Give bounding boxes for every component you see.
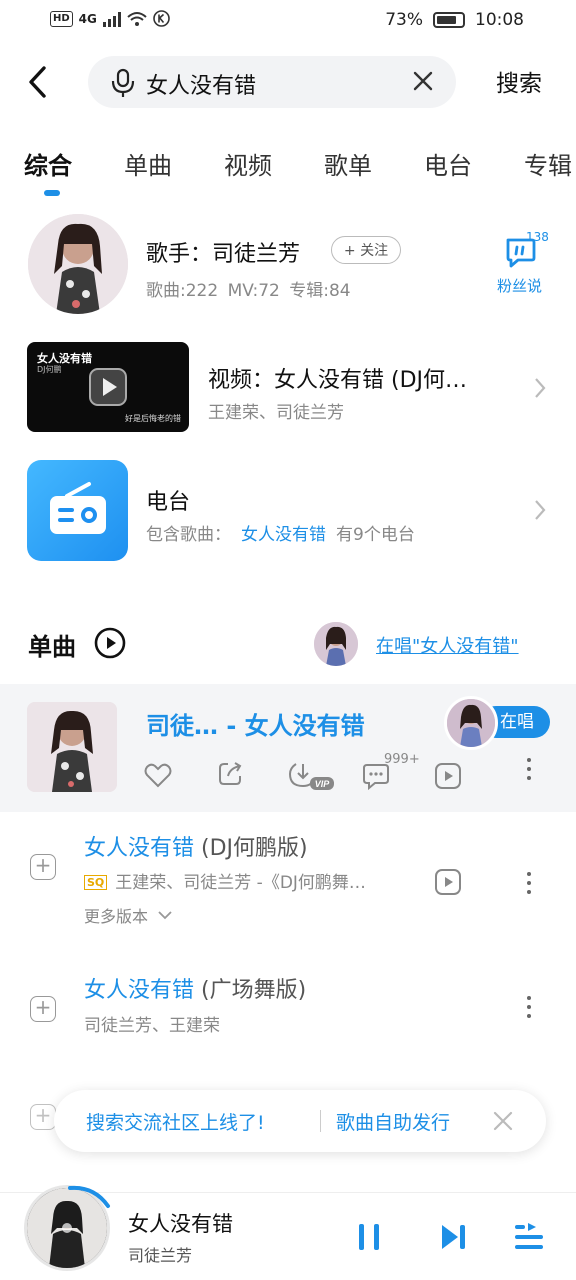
thumb-subtitle: DJ何鹏: [37, 365, 62, 374]
status-right: 73% 10:08: [385, 10, 524, 30]
song-title[interactable]: 女人没有错 (广场舞版): [84, 972, 306, 1004]
fan-count: 138: [526, 230, 549, 244]
video-play-icon: [89, 368, 127, 406]
add-song-button[interactable]: +: [30, 1104, 56, 1130]
radio-icon[interactable]: [27, 460, 128, 561]
song-cover[interactable]: [27, 702, 117, 792]
tab-indicator: [44, 190, 60, 196]
more-options-icon[interactable]: [526, 872, 532, 899]
tab-songs[interactable]: 单曲: [124, 146, 172, 181]
playlist-icon[interactable]: [514, 1222, 544, 1252]
video-thumbnail[interactable]: 女人没有错 DJ何鹏 好是后悔老的错: [27, 342, 189, 432]
more-versions-toggle[interactable]: 更多版本: [84, 903, 173, 927]
player-artist: 司徒兰芳: [128, 1246, 193, 1265]
song-title[interactable]: 女人没有错 (DJ何鹏版): [84, 830, 308, 862]
battery-icon: [433, 12, 465, 28]
status-bar: HD 4G 73% 10:08: [0, 0, 576, 44]
download-vip-icon[interactable]: VIP: [288, 758, 336, 792]
tab-radio[interactable]: 电台: [424, 146, 472, 181]
wifi-icon: [127, 11, 147, 26]
tab-albums[interactable]: 专辑: [524, 146, 572, 181]
add-song-button[interactable]: +: [30, 854, 56, 880]
more-options-icon[interactable]: [526, 758, 532, 785]
fan-talk-label[interactable]: 粉丝说: [497, 275, 542, 296]
mv-play-icon[interactable]: [434, 762, 462, 790]
player-song-title[interactable]: 女人没有错: [128, 1208, 233, 1238]
play-all-icon[interactable]: [94, 627, 126, 659]
banner-divider: [320, 1110, 321, 1132]
network-label: 4G: [78, 11, 97, 26]
hd-icon: HD: [50, 10, 73, 27]
tab-bar: 综合 单曲 视频 歌单 电台 专辑: [24, 146, 572, 181]
heart-icon[interactable]: [144, 762, 172, 788]
sq-badge: SQ: [84, 875, 108, 890]
clear-icon[interactable]: [412, 70, 434, 92]
add-song-button[interactable]: +: [30, 996, 56, 1022]
search-input[interactable]: 女人没有错: [146, 68, 256, 100]
pause-icon[interactable]: [356, 1222, 382, 1252]
clock: 10:08: [475, 10, 524, 30]
mic-icon[interactable]: [110, 68, 136, 98]
section-title-singles: 单曲: [28, 633, 76, 661]
share-icon[interactable]: [216, 760, 244, 788]
mv-play-icon[interactable]: [434, 868, 462, 896]
more-options-icon[interactable]: [526, 996, 532, 1023]
battery-percent: 73%: [385, 10, 423, 30]
svg-text:VIP: VIP: [315, 779, 331, 789]
self-publish-link[interactable]: 歌曲自助发行: [336, 1108, 450, 1135]
follow-button[interactable]: + 关注: [331, 236, 401, 264]
search-button[interactable]: 搜索: [496, 64, 542, 98]
close-icon[interactable]: [492, 1110, 514, 1132]
chevron-right-icon[interactable]: [534, 377, 546, 399]
k-icon: [153, 10, 170, 27]
next-track-icon[interactable]: [438, 1222, 468, 1252]
community-link[interactable]: 搜索交流社区上线了!: [86, 1108, 265, 1135]
song-artists: 司徒兰芳、王建荣: [84, 1016, 220, 1036]
radio-title[interactable]: 电台: [146, 484, 190, 516]
singer-title[interactable]: 歌手：司徒兰芳: [146, 236, 300, 268]
tab-all[interactable]: 综合: [24, 146, 72, 181]
radio-description: 包含歌曲： 女人没有错 有9个电台: [146, 525, 415, 545]
chevron-right-icon[interactable]: [534, 499, 546, 521]
status-left-icons: HD 4G: [50, 10, 170, 27]
video-title[interactable]: 视频：女人没有错 (DJ何…: [208, 362, 467, 394]
singing-link[interactable]: 在唱"女人没有错": [376, 632, 519, 658]
promo-banner: 搜索交流社区上线了! 歌曲自助发行: [54, 1090, 546, 1152]
singer-avatar[interactable]: [28, 214, 128, 314]
chevron-down-icon: [158, 911, 172, 920]
thumb-caption: 好是后悔老的错: [125, 414, 181, 423]
singing-badge-avatar: [444, 696, 498, 750]
singer-stats: 歌曲:222 MV:72 专辑:84: [146, 281, 351, 301]
signal-icon: [102, 11, 121, 27]
tab-videos[interactable]: 视频: [224, 146, 272, 181]
video-artists: 王建荣、司徒兰芳: [208, 403, 344, 423]
play-progress-ring: [68, 1185, 110, 1208]
song-artists: SQ 王建荣、司徒兰芳 -《DJ何鹏舞…: [84, 868, 366, 893]
tab-playlists[interactable]: 歌单: [324, 146, 372, 181]
comment-count: 999+: [384, 752, 420, 767]
singing-avatar: [314, 622, 358, 666]
search-field[interactable]: 女人没有错: [88, 56, 456, 108]
back-arrow-icon[interactable]: [24, 64, 54, 100]
highlight-song-title[interactable]: 司徒… - 女人没有错: [146, 706, 365, 741]
